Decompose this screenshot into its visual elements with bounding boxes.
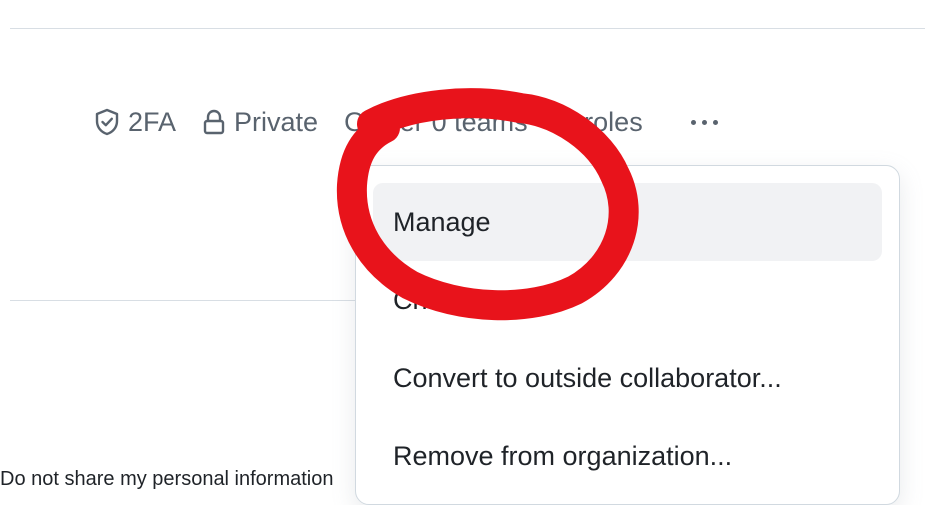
- shield-check-icon: [95, 108, 119, 136]
- kebab-dot: [712, 119, 718, 125]
- teams-label[interactable]: 0 teams: [432, 107, 528, 138]
- role-indicator[interactable]: Owner: [344, 107, 424, 138]
- kebab-dot: [690, 119, 696, 125]
- visibility-indicator: Private: [202, 107, 318, 138]
- kebab-dot: [701, 119, 707, 125]
- visibility-label: Private: [234, 106, 319, 137]
- member-meta-bar: 2FA Private Owner 0 teams 0 roles: [94, 100, 722, 144]
- role-label[interactable]: Owner: [344, 107, 424, 138]
- roles-count[interactable]: 0 roles: [562, 107, 643, 138]
- member-actions-menu: Manage Change role... Convert to outside…: [355, 165, 900, 505]
- two-factor-label: 2FA: [128, 106, 177, 137]
- menu-item-manage[interactable]: Manage: [373, 183, 882, 261]
- top-divider: [10, 28, 925, 29]
- members-page: 2FA Private Owner 0 teams 0 roles Do not…: [0, 0, 925, 505]
- menu-item-remove-from-org[interactable]: Remove from organization...: [373, 417, 882, 495]
- menu-item-convert-collaborator[interactable]: Convert to outside collaborator...: [373, 339, 882, 417]
- more-options-button[interactable]: [687, 114, 722, 131]
- menu-item-change-role[interactable]: Change role...: [373, 261, 882, 339]
- teams-count[interactable]: 0 teams: [432, 107, 528, 138]
- privacy-link[interactable]: Do not share my personal information: [0, 468, 352, 491]
- roles-label[interactable]: 0 roles: [562, 107, 643, 138]
- row-divider: [10, 300, 355, 301]
- two-factor-indicator: 2FA: [94, 107, 176, 138]
- lock-icon: [203, 109, 225, 135]
